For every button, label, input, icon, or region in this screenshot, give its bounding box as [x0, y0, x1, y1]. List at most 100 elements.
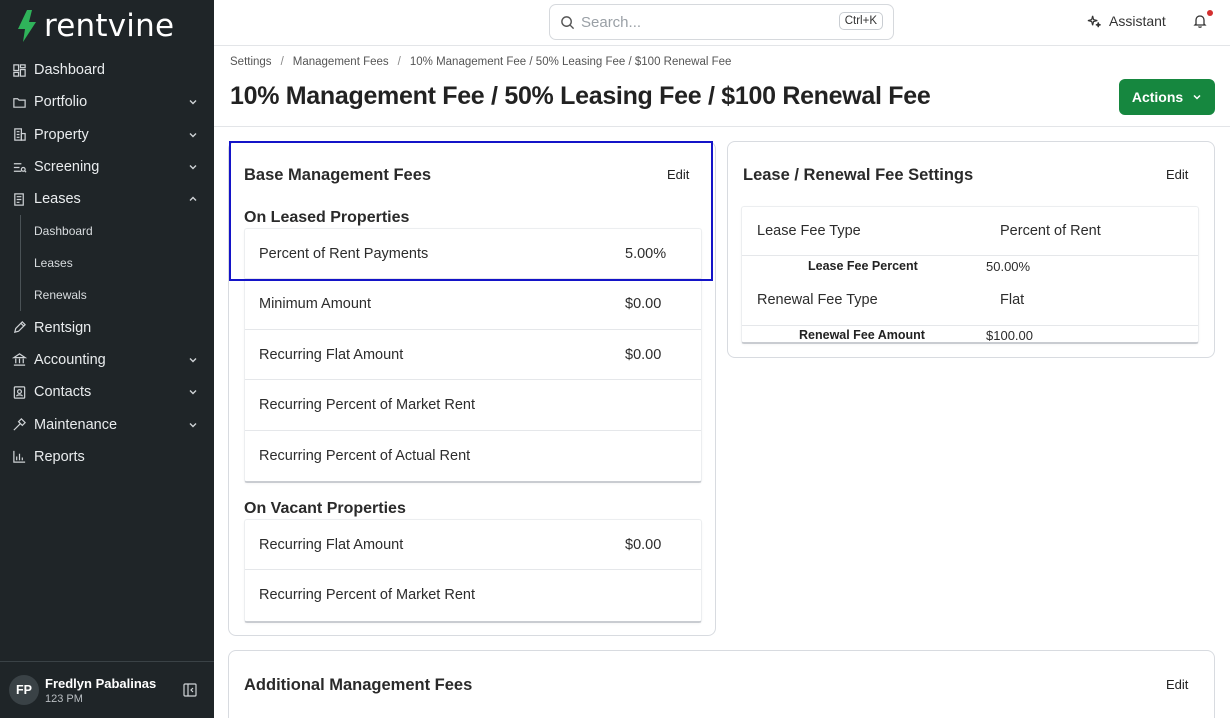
edit-base-fees-button[interactable]: Edit: [667, 167, 689, 182]
fee-label: Percent of Rent Payments: [259, 246, 429, 262]
search-icon: [561, 15, 575, 29]
sidebar-item-label: Maintenance: [34, 416, 118, 433]
renewal-fee-amount-label: Renewal Fee Amount: [799, 328, 925, 342]
renewal-fee-type-value: Flat: [1000, 292, 1025, 308]
leases-submenu: Dashboard Leases Renewals: [20, 215, 214, 312]
lease-renewal-settings-card: Lease / Renewal Fee Settings Edit Lease …: [727, 141, 1215, 358]
fee-label: Recurring Percent of Market Rent: [259, 397, 475, 414]
list-item: Recurring Flat Amount $0.00: [245, 520, 701, 571]
sparkle-icon: [1087, 15, 1101, 27]
list-item: Recurring Percent of Market Rent: [245, 380, 701, 431]
divider: [742, 325, 1198, 326]
notification-dot: [1207, 10, 1213, 16]
chevron-down-icon: [189, 422, 197, 428]
sidebar-item-accounting[interactable]: Accounting: [0, 344, 214, 376]
list-item: Recurring Percent of Actual Rent: [245, 431, 701, 481]
search-input[interactable]: [581, 13, 831, 31]
chevron-down-icon: [189, 357, 197, 363]
breadcrumb-item-management-fees[interactable]: Management Fees: [293, 56, 389, 68]
page-title: 10% Management Fee / 50% Leasing Fee / $…: [230, 82, 931, 110]
search-box[interactable]: Ctrl+K: [549, 4, 894, 40]
lease-renewal-details: Lease Fee Type Percent of Rent Lease Fee…: [741, 206, 1199, 344]
rentvine-logo-icon: [18, 10, 36, 42]
sidebar-item-dashboard[interactable]: Dashboard: [0, 54, 214, 86]
actions-label: Actions: [1131, 89, 1184, 105]
vacant-fees-list: Recurring Flat Amount $0.00 Recurring Pe…: [244, 519, 702, 623]
edit-lease-renewal-button[interactable]: Edit: [1166, 167, 1188, 182]
fee-value: $0.00: [625, 537, 662, 553]
chevron-down-icon: [1193, 94, 1201, 100]
lease-fee-percent-label: Lease Fee Percent: [808, 259, 918, 273]
renewal-fee-type-label: Renewal Fee Type: [757, 292, 878, 308]
sidebar-item-reports[interactable]: Reports: [0, 441, 214, 473]
user-name: Fredlyn Pabalinas: [45, 675, 157, 691]
chevron-up-icon: [189, 196, 197, 202]
assistant-label: Assistant: [1109, 13, 1166, 29]
base-management-fees-card: Base Management Fees Edit On Leased Prop…: [228, 141, 716, 636]
app-logo[interactable]: rentvine: [14, 8, 174, 44]
page-header: Settings / Management Fees / 10% Managem…: [214, 46, 1230, 127]
chevron-down-icon: [189, 132, 197, 138]
submenu-item-renewals[interactable]: Renewals: [21, 279, 214, 311]
contacts-icon: [12, 385, 27, 400]
pen-icon: [12, 320, 27, 335]
sidebar-item-leases[interactable]: Leases: [0, 183, 214, 215]
fee-label: Recurring Flat Amount: [259, 537, 404, 553]
fee-label: Minimum Amount: [259, 296, 372, 313]
chevron-down-icon: [189, 165, 197, 170]
submenu-item-dashboard[interactable]: Dashboard: [21, 215, 214, 247]
building-icon: [12, 127, 27, 142]
lease-fee-percent-value: 50.00%: [986, 259, 1031, 274]
sidebar-item-contacts[interactable]: Contacts: [0, 376, 214, 408]
sidebar: rentvine Dashboard Portfolio Property Sc…: [0, 0, 214, 718]
fee-value: $0.00: [625, 346, 662, 363]
sidebar-item-property[interactable]: Property: [0, 119, 214, 151]
logo-text: rentvine: [44, 8, 175, 44]
lease-fee-type-label: Lease Fee Type: [757, 223, 861, 239]
breadcrumb-item-current: 10% Management Fee / 50% Leasing Fee / $…: [409, 56, 732, 68]
folder-icon: [12, 95, 27, 110]
fee-label: Recurring Percent of Actual Rent: [259, 447, 471, 464]
edit-additional-fees-button[interactable]: Edit: [1166, 677, 1188, 692]
sidebar-item-label: Screening: [34, 159, 100, 176]
breadcrumb: Settings / Management Fees / 10% Managem…: [230, 56, 731, 68]
sidebar-item-screening[interactable]: Screening: [0, 151, 214, 183]
sidebar-nav: Dashboard Portfolio Property Screening L…: [0, 54, 214, 473]
sidebar-item-rentsign[interactable]: Rentsign: [0, 311, 214, 343]
sidebar-item-label: Reports: [34, 448, 85, 465]
notification-bell-icon[interactable]: [1192, 13, 1208, 29]
hammer-icon: [12, 417, 27, 432]
top-bar: Ctrl+K Assistant: [214, 0, 1230, 46]
fee-value: 5.00%: [625, 246, 667, 262]
lease-fee-type-value: Percent of Rent: [1000, 223, 1101, 239]
sidebar-item-label: Leases: [34, 191, 81, 208]
additional-management-fees-card: Additional Management Fees Edit: [228, 650, 1215, 718]
leased-fees-list: Percent of Rent Payments 5.00% Minimum A…: [244, 228, 702, 483]
list-item: Percent of Rent Payments 5.00%: [245, 229, 701, 280]
sidebar-item-portfolio[interactable]: Portfolio: [0, 86, 214, 118]
sidebar-item-maintenance[interactable]: Maintenance: [0, 408, 214, 440]
user-profile[interactable]: FP Fredlyn Pabalinas 123 PM: [0, 661, 214, 718]
breadcrumb-separator: /: [280, 56, 284, 68]
card-title: Base Management Fees: [244, 166, 432, 184]
avatar: FP: [9, 675, 39, 705]
sidebar-item-label: Property: [34, 126, 89, 143]
list-item: Minimum Amount $0.00: [245, 279, 701, 330]
breadcrumb-separator: /: [397, 56, 401, 68]
submenu-item-leases[interactable]: Leases: [21, 247, 214, 279]
actions-button[interactable]: Actions: [1119, 79, 1215, 115]
chevron-down-icon: [189, 390, 197, 395]
card-title: Lease / Renewal Fee Settings: [743, 166, 974, 184]
dashboard-icon: [12, 63, 27, 78]
chevron-down-icon: [189, 100, 197, 105]
sidebar-item-label: Accounting: [34, 351, 106, 368]
bar-chart-icon: [12, 449, 27, 464]
fee-value: $0.00: [625, 296, 662, 313]
breadcrumb-item-settings[interactable]: Settings: [230, 56, 272, 68]
renewal-fee-amount-value: $100.00: [986, 328, 1033, 343]
collapse-sidebar-icon[interactable]: [183, 683, 197, 697]
assistant-button[interactable]: Assistant: [1087, 13, 1166, 29]
fee-label: Recurring Percent of Market Rent: [259, 587, 475, 604]
document-icon: [12, 192, 27, 207]
sidebar-item-label: Dashboard: [34, 62, 105, 79]
